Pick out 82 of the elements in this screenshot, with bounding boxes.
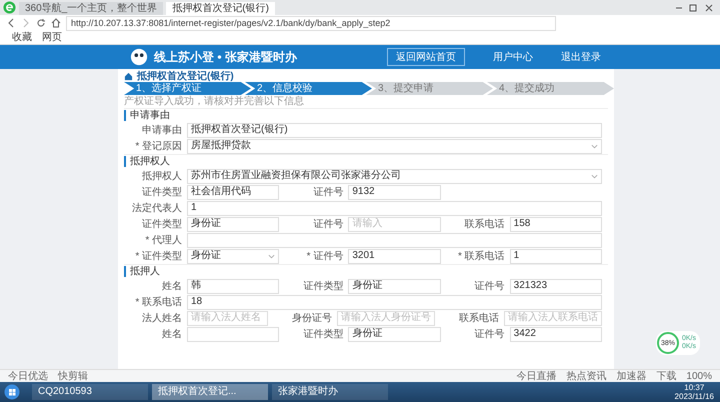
status-item[interactable]: 加速器	[616, 370, 646, 382]
input-field[interactable]: 抵押权首次登记(银行)	[187, 122, 602, 138]
input-field[interactable]: 社会信用代码	[187, 184, 280, 200]
input-field[interactable]: 3201	[348, 248, 441, 264]
input-field[interactable]: 1	[510, 248, 602, 264]
status-item[interactable]: 今日优选	[8, 370, 48, 382]
field-label: * 证件号	[306, 250, 344, 263]
field-label: 法人姓名	[141, 312, 183, 325]
status-item[interactable]: 快剪辑	[58, 370, 88, 382]
field-label: 证件号	[474, 328, 506, 341]
select-field[interactable]: 苏州市住房置业融资担保有限公司张家港分公司	[187, 168, 602, 184]
field-label: 证件类型	[141, 218, 183, 231]
select-field[interactable]: 房屋抵押贷款	[187, 138, 602, 154]
progress-step: 1、选择产权证	[124, 82, 251, 95]
bookmark-link[interactable]: 收藏	[12, 32, 32, 44]
field-label: * 证件类型	[134, 250, 183, 263]
field-label: * 联系电话	[456, 250, 506, 263]
input-field[interactable]: 身份证	[348, 326, 441, 342]
field-label: 联系电话	[458, 312, 500, 325]
status-item[interactable]: 热点资讯	[566, 370, 606, 382]
caret-icon	[268, 254, 276, 258]
input-field[interactable]: 9132	[348, 184, 441, 200]
field-label: * 登记原因	[134, 140, 183, 153]
input-field[interactable]: 1	[187, 200, 602, 216]
field-label: 证件类型	[302, 280, 344, 293]
reload-icon[interactable]	[36, 18, 46, 28]
page-title: 抵押权首次登记(银行)	[137, 70, 234, 82]
input-field[interactable]: 身份证	[187, 216, 280, 232]
select-field[interactable]: 身份证	[187, 248, 280, 264]
browser-tab[interactable]: 360导航_一个主页，整个世界	[19, 2, 164, 15]
input-field[interactable]: 韩	[187, 278, 280, 294]
field-label: 证件类型	[141, 186, 183, 199]
input-field[interactable]	[187, 326, 280, 342]
progress-step: 4、提交成功	[487, 82, 614, 95]
section-title: 抵押人	[124, 266, 608, 277]
field-label: 身份证号	[291, 312, 333, 325]
clock-date: 2023/11/16	[674, 392, 714, 401]
section-title: 抵押权人	[124, 156, 608, 167]
input-field[interactable]: 身份证	[348, 278, 441, 294]
bookmark-link[interactable]: 网页	[42, 32, 62, 44]
progress-step: 3、提交申请	[366, 82, 493, 95]
status-item[interactable]: 100%	[686, 370, 712, 382]
field-label: 证件号	[312, 186, 344, 199]
header-link[interactable]: 用户中心	[492, 50, 533, 64]
field-label: 证件号	[312, 218, 344, 231]
field-label: * 代理人	[144, 234, 183, 247]
taskbar-item[interactable]: CQ2010593	[32, 384, 148, 400]
field-label: 姓名	[161, 328, 183, 341]
back-icon[interactable]	[6, 18, 16, 28]
status-item[interactable]: 下载	[656, 370, 676, 382]
input-field[interactable]	[187, 232, 602, 248]
input-field[interactable]: 321323	[510, 278, 602, 294]
caret-icon	[591, 174, 598, 178]
field-label: 申请事由	[141, 124, 183, 137]
input-field[interactable]: 3422	[510, 326, 602, 342]
back-home-button[interactable]: 返回网站首页	[386, 48, 465, 66]
home-icon[interactable]	[51, 18, 61, 28]
notice-text: 产权证导入成功，请核对并完善以下信息	[124, 96, 305, 107]
input-field[interactable]: 18	[187, 294, 602, 310]
section-title: 申请事由	[124, 110, 608, 121]
field-label: 抵押权人	[141, 170, 183, 183]
taskbar-item[interactable]: 抵押权首次登记...	[152, 384, 268, 400]
header-link[interactable]: 退出登录	[560, 50, 601, 64]
field-label: 证件类型	[302, 328, 344, 341]
field-label: * 联系电话	[134, 296, 183, 309]
field-label: 姓名	[161, 280, 183, 293]
taskbar-item[interactable]: 张家港暨时办	[272, 384, 388, 400]
clock-time: 10:37	[684, 383, 704, 392]
field-label: 联系电话	[464, 218, 506, 231]
progress-step: 2、信息校验	[245, 82, 372, 95]
site-title: 线上苏小登 • 张家港暨时办	[154, 48, 297, 66]
address-field[interactable]: http://10.207.13.37:8081/internet-register/pages/v2.1/bank/dy/bank_apply_step2	[66, 16, 556, 30]
window-controls-icon[interactable]	[674, 2, 714, 12]
browser-logo-icon[interactable]	[3, 1, 16, 14]
browser-tab[interactable]: 抵押权首次登记(银行)	[166, 2, 275, 15]
caret-icon	[591, 144, 598, 148]
start-icon[interactable]	[4, 384, 20, 400]
input-field[interactable]: 158	[510, 216, 602, 232]
field-label: 证件号	[474, 280, 506, 293]
field-label: 法定代表人	[131, 202, 183, 215]
mascot-logo-icon	[130, 48, 148, 66]
status-item[interactable]: 今日直播	[516, 370, 556, 382]
